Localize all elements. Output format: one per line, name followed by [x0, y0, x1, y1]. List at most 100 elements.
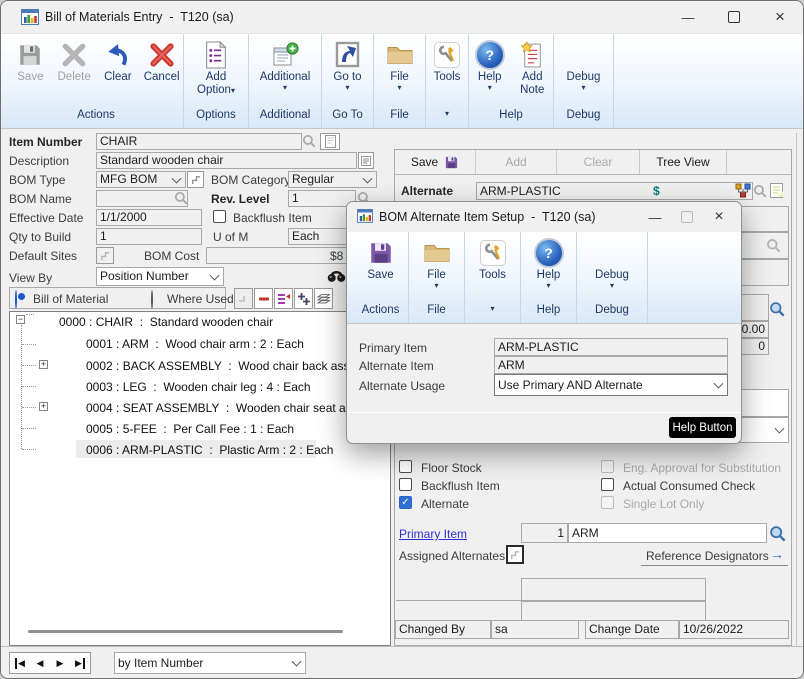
clear-button[interactable]: Clear [97, 38, 140, 84]
alternate-field[interactable]: ARM-PLASTIC [476, 182, 753, 200]
where-used-radio[interactable] [151, 290, 153, 309]
panel-tree-view-button[interactable]: Tree View [640, 150, 727, 174]
dialog-primary-item-label: Primary Item [359, 341, 427, 355]
item-number-label: Item Number [9, 135, 82, 149]
alternate-lookup-icon[interactable] [753, 184, 768, 199]
delete-button[interactable]: Delete [53, 38, 96, 84]
tree-tool-expand-all-button[interactable] [294, 288, 313, 309]
save-icon [368, 236, 394, 269]
dialog-alternate-usage-dropdown[interactable]: Use Primary AND Alternate [494, 374, 728, 396]
where-used-label: Where Used [167, 292, 234, 306]
description-expand-button[interactable] [358, 152, 374, 169]
primary-item-field[interactable]: ARM [568, 523, 767, 543]
item-number-lookup-icon[interactable] [302, 134, 317, 149]
help-button[interactable]: ? Help ▾ [469, 38, 511, 92]
dialog-tools-button[interactable]: Tools [465, 236, 520, 282]
bom-name-lookup-icon[interactable] [174, 191, 189, 206]
description-field[interactable]: Standard wooden chair [96, 152, 357, 169]
file-button[interactable]: File ▾ [374, 38, 425, 92]
hierarchy-icon[interactable] [735, 183, 751, 199]
sort-by-dropdown[interactable]: by Item Number [114, 652, 306, 674]
floor-stock-checkbox[interactable] [399, 460, 412, 473]
dialog-ribbon: Save Actions File ▾ File Tools [347, 232, 741, 324]
qty-to-build-field[interactable]: 1 [96, 228, 202, 245]
bom-type-dropdown[interactable]: MFG BOM [96, 171, 186, 188]
panel-add-button[interactable]: Add [476, 150, 557, 174]
backflush-item-checkbox[interactable] [213, 210, 226, 223]
panel-save-button[interactable]: Save [395, 150, 476, 174]
actual-consumed-checkbox[interactable] [601, 478, 614, 491]
additional-button[interactable]: Additional ▾ [249, 38, 321, 92]
tree-item[interactable]: 0004 : SEAT ASSEMBLY : Wooden chair seat… [86, 401, 374, 415]
reference-designators-arrow-icon[interactable]: → [770, 546, 784, 562]
dialog-file-button[interactable]: File ▾ [409, 236, 464, 290]
panel-clear-button[interactable]: Clear [557, 150, 640, 174]
bom-type-expand-button[interactable] [187, 171, 204, 188]
go-to-button[interactable]: Go to ▾ [322, 38, 373, 92]
bg-lookup-blue-icon[interactable] [769, 301, 786, 318]
close-button[interactable]: × [757, 1, 803, 33]
reference-designators-label[interactable]: Reference Designators [646, 549, 769, 563]
dialog-primary-item-field: ARM-PLASTIC [494, 338, 728, 356]
view-by-dropdown[interactable]: Position Number [96, 267, 224, 286]
nav-previous-button[interactable]: ◀ [30, 653, 50, 673]
tree-item-selected[interactable]: 0006 : ARM-PLASTIC : Plastic Arm : 2 : E… [86, 443, 333, 457]
dialog-minimize-button[interactable]: — [639, 202, 671, 232]
nav-last-button[interactable]: ▶ [70, 653, 90, 673]
maximize-button[interactable] [711, 1, 757, 33]
dialog-maximize-button [671, 202, 703, 232]
minimize-button[interactable]: — [665, 1, 711, 33]
group-label-debug: Debug [554, 109, 613, 128]
nav-first-button[interactable]: ◀ [10, 653, 30, 673]
add-note-button[interactable]: Add Note [512, 38, 554, 97]
dollar-icon[interactable]: $ [653, 184, 660, 198]
tree-item[interactable]: 0003 : LEG : Wooden chair leg : 4 : Each [86, 380, 311, 394]
bom-category-dropdown[interactable]: Regular [288, 171, 377, 188]
assigned-alternates-label: Assigned Alternates [399, 549, 505, 563]
tools-button[interactable]: Tools [426, 38, 468, 84]
dialog-debug-button[interactable]: Debug ▾ [577, 236, 647, 290]
cancel-button[interactable]: Cancel [140, 38, 183, 84]
chevron-down-icon: ▾ [610, 282, 614, 290]
nav-next-button[interactable]: ▶ [50, 653, 70, 673]
effective-date-field[interactable]: 1/1/2000 [96, 209, 202, 226]
primary-item-seq-field[interactable]: 1 [521, 523, 568, 543]
debug-button[interactable]: Debug ▾ [554, 38, 613, 92]
tree-expander-collapse[interactable]: − [16, 315, 25, 324]
note-icon[interactable] [770, 183, 783, 198]
tree-item[interactable]: 0005 : 5-FEE : Per Call Fee : 1 : Each [86, 422, 294, 436]
dialog-save-button[interactable]: Save [353, 236, 408, 282]
item-number-field[interactable]: CHAIR [96, 133, 302, 150]
tree-item[interactable]: 0000 : CHAIR : Standard wooden chair [59, 315, 273, 329]
item-number-note-button[interactable] [320, 133, 340, 150]
tree-tool-indent-button[interactable] [234, 288, 253, 309]
tree-tool-remove-button[interactable] [254, 288, 273, 309]
bill-of-material-label: Bill of Material [33, 292, 108, 306]
add-option-button[interactable]: Add Option▾ [184, 38, 248, 97]
bill-of-material-radio[interactable] [15, 290, 17, 309]
rev-level-label: Rev. Level [211, 192, 269, 206]
dialog-help-button[interactable]: ? Help ▾ [521, 236, 576, 290]
alternate-checkbox[interactable]: ✓ [399, 496, 412, 509]
default-sites-expand-button[interactable] [96, 247, 114, 264]
tree-tool-list-button[interactable] [274, 288, 293, 309]
qty-to-build-label: Qty to Build [9, 230, 71, 244]
save-button[interactable]: Save [9, 38, 52, 84]
dialog-help-tooltip-button[interactable]: Help Button [669, 417, 736, 438]
dialog-close-button[interactable]: × [703, 202, 735, 232]
tree-expander-expand[interactable]: + [39, 360, 48, 369]
tree-item[interactable]: 0002 : BACK ASSEMBLY : Wood chair back a… [86, 359, 366, 373]
tree-tool-layers-button[interactable] [314, 288, 333, 309]
assigned-alternates-expand-button[interactable] [506, 545, 524, 564]
effective-date-label: Effective Date [9, 211, 83, 225]
tree-expander-expand[interactable]: + [39, 402, 48, 411]
primary-item-link[interactable]: Primary Item [399, 527, 467, 541]
primary-item-lookup-icon[interactable] [769, 525, 787, 543]
find-binoculars-icon[interactable] [327, 270, 346, 283]
backflush-item-checkbox2[interactable] [399, 478, 412, 491]
go-to-icon [335, 38, 360, 71]
tree-item[interactable]: 0001 : ARM : Wood chair arm : 2 : Each [86, 337, 304, 351]
chevron-down-icon [210, 270, 220, 280]
dialog-group-label-actions: Actions [353, 304, 408, 323]
tree-hscrollbar[interactable] [28, 630, 343, 633]
